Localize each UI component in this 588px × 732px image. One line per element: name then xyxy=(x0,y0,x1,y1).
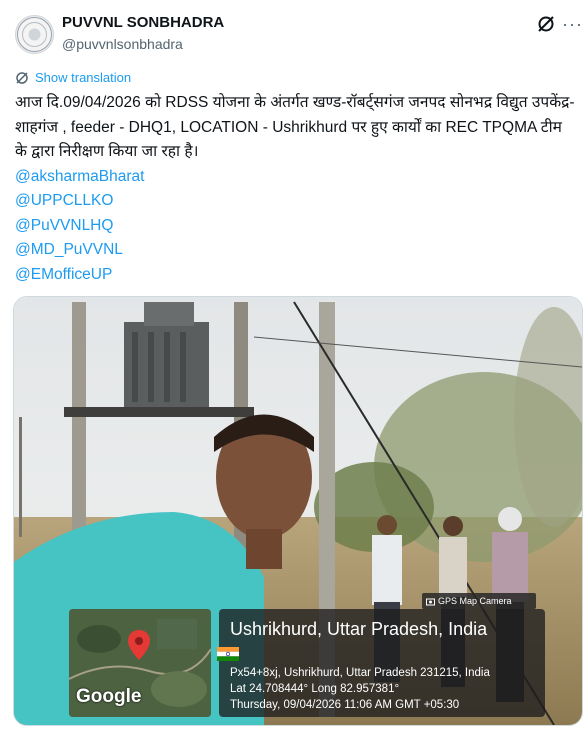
org-logo-icon xyxy=(17,17,52,52)
show-translation-link[interactable]: Show translation xyxy=(15,70,131,85)
gps-camera-badge: GPS Map Camera xyxy=(422,593,536,609)
avatar[interactable] xyxy=(15,15,54,54)
google-logo: Google xyxy=(76,686,142,707)
more-icon[interactable]: ··· xyxy=(562,14,583,35)
gps-camera-label: GPS Map Camera xyxy=(438,596,512,606)
post-text: आज दि.09/04/2026 को RDSS योजना के अंतर्ग… xyxy=(15,94,575,160)
mention-link[interactable]: @MD_PuVVNL xyxy=(15,238,575,263)
post-photo[interactable]: GPS Map Camera Google Ushrikhurd, Uttar … xyxy=(13,296,583,726)
location-timestamp: Thursday, 09/04/2026 11:06 AM GMT +05:30 xyxy=(230,699,460,711)
mention-link[interactable]: @aksharmaBharat xyxy=(15,165,575,190)
location-address: Px54+8xj, Ushrikhurd, Uttar Pradesh 2312… xyxy=(230,667,490,679)
india-flag-icon xyxy=(217,647,239,661)
location-title: Ushrikhurd, Uttar Pradesh, India xyxy=(230,619,488,639)
mention-link[interactable]: @UPPCLLKO xyxy=(15,189,575,214)
camera-icon xyxy=(426,598,435,605)
account-handle[interactable]: @puvvnlsonbhadra xyxy=(62,36,183,52)
map-pin-icon xyxy=(128,630,150,660)
location-coordinates: Lat 24.708444° Long 82.957381° xyxy=(230,683,400,695)
display-name[interactable]: PUVVNL SONBHADRA xyxy=(62,14,224,31)
post-body: आज दि.09/04/2026 को RDSS योजना के अंतर्ग… xyxy=(15,91,575,287)
mention-link[interactable]: @PuVVNLHQ xyxy=(15,214,575,239)
mention-link[interactable]: @EMofficeUP xyxy=(15,263,575,288)
translate-icon xyxy=(16,71,28,84)
grok-icon[interactable] xyxy=(536,14,556,34)
show-translation-label: Show translation xyxy=(35,70,132,85)
